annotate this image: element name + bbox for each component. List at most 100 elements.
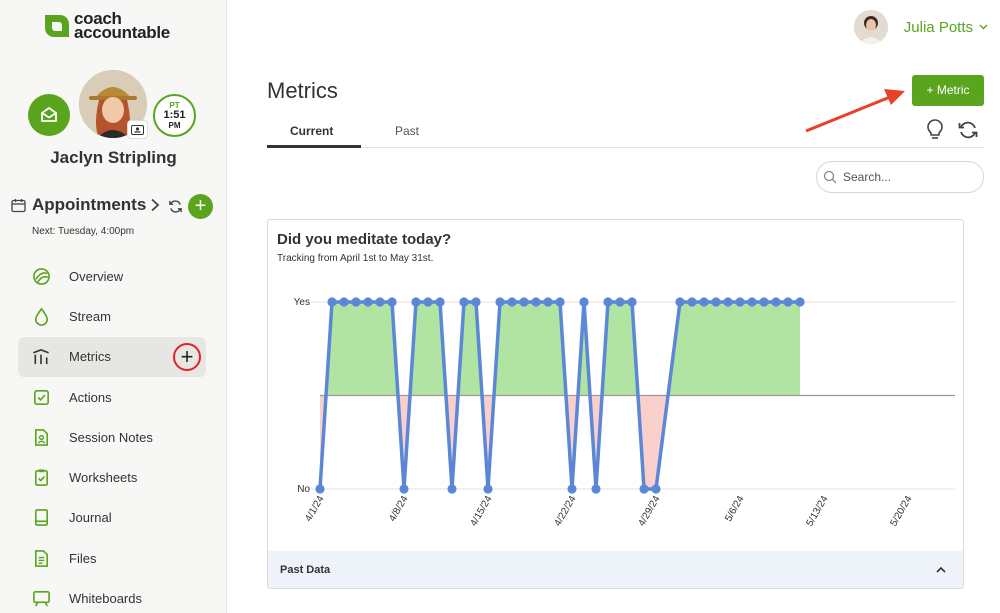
brand-logo[interactable]: coach accountable: [42, 9, 170, 42]
message-button[interactable]: [28, 94, 70, 136]
data-point: [687, 297, 697, 307]
data-point: [747, 297, 757, 307]
refresh-icon[interactable]: [957, 120, 979, 140]
metric-chart: Yes No4/1/24 4/8/24 4/15/24 4/22/24 4/29/24 5/…: [294, 297, 955, 529]
sidebar-item-metrics[interactable]: Metrics +: [18, 336, 206, 377]
user-avatar: [853, 10, 888, 44]
sidebar-item-label: Overview: [69, 268, 124, 284]
data-point: [375, 297, 385, 307]
next-appointment: Next: Tuesday, 4:00pm: [32, 226, 135, 237]
sync-icon[interactable]: [168, 199, 183, 214]
client-name: Jaclyn Stripling: [50, 148, 177, 167]
data-point: [471, 297, 481, 307]
data-point: [339, 297, 349, 307]
metrics-tabs: Current Past: [267, 116, 984, 148]
sidebar-nav: Overview Stream Metrics + Actions Sessio…: [18, 256, 206, 613]
data-point: [483, 484, 493, 494]
search-icon: [823, 170, 837, 184]
journal-icon: [31, 508, 51, 528]
session-notes-icon: [31, 427, 51, 447]
data-point: [651, 484, 661, 494]
data-point: [495, 297, 505, 307]
data-point: [759, 297, 769, 307]
sidebar-item-label: Actions: [69, 389, 112, 405]
past-data-toggle[interactable]: Past Data: [268, 551, 963, 588]
y-tick-label: No: [297, 484, 310, 495]
chevron-down-icon: [979, 22, 988, 33]
data-point: [411, 297, 421, 307]
whiteboard-icon: [31, 589, 51, 609]
data-point: [675, 297, 685, 307]
data-point: [603, 297, 613, 307]
data-point: [615, 297, 625, 307]
sidebar-item-label: Session Notes: [69, 429, 153, 445]
y-tick-label: Yes: [294, 297, 310, 308]
clipboard-icon: [31, 468, 51, 488]
overview-icon: [31, 266, 51, 286]
checkbox-icon: [31, 387, 51, 407]
x-tick-label: 5/20/24: [888, 494, 914, 529]
page-title: Metrics: [267, 78, 338, 103]
metrics-icon: [31, 347, 51, 367]
data-point: [531, 297, 541, 307]
sidebar-item-journal[interactable]: Journal: [18, 498, 206, 538]
search-box: [816, 161, 984, 193]
sidebar-item-whiteboards[interactable]: Whiteboards: [18, 578, 206, 613]
data-point: [363, 297, 373, 307]
sidebar-item-overview[interactable]: Overview: [18, 256, 206, 296]
user-name: Julia Potts: [903, 18, 973, 36]
x-tick-label: 4/29/24: [636, 494, 662, 529]
user-menu[interactable]: Julia Potts: [853, 10, 988, 44]
data-point: [351, 297, 361, 307]
appointments-link[interactable]: Appointments: [11, 195, 160, 215]
data-point: [399, 484, 409, 494]
brand-name: coach accountable: [74, 9, 170, 42]
sidebar-item-label: Journal: [69, 510, 112, 526]
lightbulb-icon[interactable]: [925, 119, 945, 141]
sidebar-item-label: Stream: [69, 308, 111, 324]
data-point: [591, 484, 601, 494]
calendar-icon: [11, 198, 26, 212]
past-data-label: Past Data: [280, 564, 331, 576]
data-point: [579, 297, 589, 307]
sidebar-item-label: Worksheets: [69, 470, 138, 486]
sidebar-item-label: Whiteboards: [69, 591, 142, 607]
metric-card: Did you meditate today? Tracking from Ap…: [267, 219, 964, 589]
x-tick-label: 4/8/24: [387, 494, 411, 524]
x-tick-label: 4/1/24: [303, 494, 327, 524]
id-card-icon[interactable]: [127, 120, 148, 139]
data-point: [795, 297, 805, 307]
x-tick-label: 4/15/24: [468, 494, 494, 529]
sidebar-item-stream[interactable]: Stream: [18, 296, 206, 336]
sidebar-item-actions[interactable]: Actions: [18, 377, 206, 417]
data-point: [723, 297, 733, 307]
data-point: [783, 297, 793, 307]
data-point: [639, 484, 649, 494]
client-local-time: PT 1:51 PM: [153, 94, 196, 137]
data-point: [519, 297, 529, 307]
data-point: [507, 297, 517, 307]
search-input[interactable]: [843, 170, 973, 184]
add-metric-button[interactable]: + Metric: [912, 75, 984, 106]
chevron-right-icon: [151, 198, 160, 212]
x-tick-label: 5/6/24: [723, 494, 747, 524]
sidebar-item-files[interactable]: Files: [18, 538, 206, 578]
sidebar-item-worksheets[interactable]: Worksheets: [18, 457, 206, 497]
droplet-icon: [31, 306, 51, 326]
files-icon: [31, 548, 51, 568]
appointments-label: Appointments: [32, 195, 147, 214]
data-point: [447, 484, 457, 494]
data-point: [315, 484, 325, 494]
leaf-logo-icon: [45, 15, 69, 37]
data-point: [555, 297, 565, 307]
sidebar-item-label: Files: [69, 550, 97, 566]
add-metric-plus-icon[interactable]: +: [173, 342, 201, 371]
data-point: [543, 297, 553, 307]
tab-current[interactable]: Current: [290, 124, 333, 138]
data-point: [627, 297, 637, 307]
x-tick-label: 4/22/24: [552, 494, 578, 529]
tab-past[interactable]: Past: [395, 124, 419, 138]
sidebar-item-session-notes[interactable]: Session Notes: [18, 417, 206, 457]
add-appointment-button[interactable]: +: [188, 194, 213, 219]
sidebar-item-label: Metrics: [69, 349, 111, 365]
